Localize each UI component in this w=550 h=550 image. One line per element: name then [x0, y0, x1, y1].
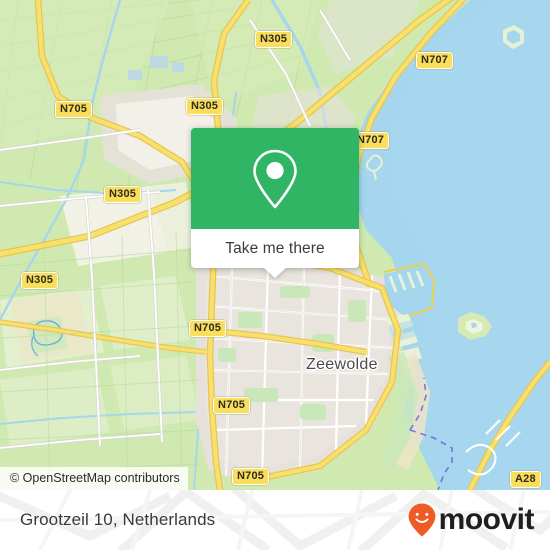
location-popup[interactable]: Take me there: [191, 128, 359, 278]
osm-attribution[interactable]: © OpenStreetMap contributors: [0, 467, 188, 490]
road-shield[interactable]: N305: [104, 186, 142, 203]
road-shield[interactable]: N705: [232, 468, 270, 485]
moovit-pin-icon: [408, 503, 436, 537]
moovit-logo[interactable]: moovit: [407, 502, 535, 538]
map-canvas[interactable]: N305 N707 N305 N705 N707 N305 N305 N705 …: [0, 0, 550, 490]
popup-header: [191, 128, 359, 229]
moovit-wordmark: moovit: [438, 503, 535, 536]
road-shield[interactable]: N305: [186, 98, 224, 115]
road-shield[interactable]: N305: [21, 272, 59, 289]
address-label: Grootzeil 10, Netherlands: [20, 510, 216, 529]
road-shield[interactable]: A28: [510, 471, 541, 488]
road-shield[interactable]: N707: [416, 52, 454, 69]
map-card: N305 N707 N305 N705 N707 N305 N305 N705 …: [0, 0, 550, 550]
place-label-zeewolde: Zeewolde: [306, 356, 378, 373]
popup-pointer: [264, 268, 286, 278]
bottom-bar: Grootzeil 10, Netherlands moovit: [0, 490, 550, 550]
road-shield[interactable]: N705: [189, 320, 227, 337]
take-me-there-label: Take me there: [225, 239, 325, 257]
popup-footer[interactable]: Take me there: [191, 229, 359, 278]
road-shield[interactable]: N305: [255, 31, 293, 48]
road-shield[interactable]: N705: [55, 101, 93, 118]
road-shield[interactable]: N705: [213, 397, 251, 414]
map-pin-icon: [253, 149, 297, 208]
